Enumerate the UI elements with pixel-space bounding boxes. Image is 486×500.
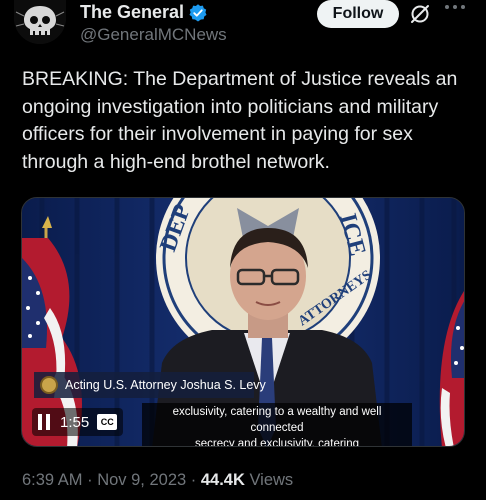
follow-button[interactable]: Follow	[317, 0, 399, 28]
caption-line-1: exclusivity, catering to a wealthy and w…	[172, 406, 382, 434]
tweet-meta: 6:39 AM · Nov 9, 2023 · 44.4K Views	[22, 471, 293, 490]
skull-logo-icon	[14, 0, 66, 44]
video-time: 1:55	[60, 413, 90, 431]
verified-badge-icon	[189, 3, 207, 21]
tweet-header: The General @GeneralMCNews Follow	[0, 0, 486, 56]
avatar[interactable]	[14, 0, 66, 44]
tweet-text: BREAKING: The Department of Justice reve…	[22, 68, 458, 173]
views-count: 44.4K	[200, 471, 245, 489]
author-handle[interactable]: @GeneralMCNews	[80, 25, 227, 45]
video-player[interactable]: DEP ICE ATTORNEYS Acting U.S. Attorney J…	[21, 197, 465, 447]
video-controls: 1:55 CC	[32, 408, 124, 436]
tweet-timestamp[interactable]: 6:39 AM · Nov 9, 2023 ·	[22, 471, 201, 489]
author-name-text: The General	[80, 2, 185, 22]
lower-third-banner: Acting U.S. Attorney Joshua S. Levy	[34, 372, 266, 398]
caption-line-2: secrecy and exclusivity, catering	[194, 438, 360, 447]
more-options-icon[interactable]	[444, 0, 470, 20]
closed-captions-icon[interactable]: CC	[97, 414, 118, 430]
grok-icon[interactable]	[408, 2, 432, 26]
author-display-name[interactable]: The General	[80, 2, 208, 23]
pause-icon[interactable]	[38, 414, 52, 430]
video-caption: exclusivity, catering to a wealthy and w…	[142, 403, 412, 447]
doj-seal-mini-icon	[40, 376, 58, 394]
views-label: Views	[244, 471, 294, 489]
lower-third-text: Acting U.S. Attorney Joshua S. Levy	[65, 378, 266, 392]
